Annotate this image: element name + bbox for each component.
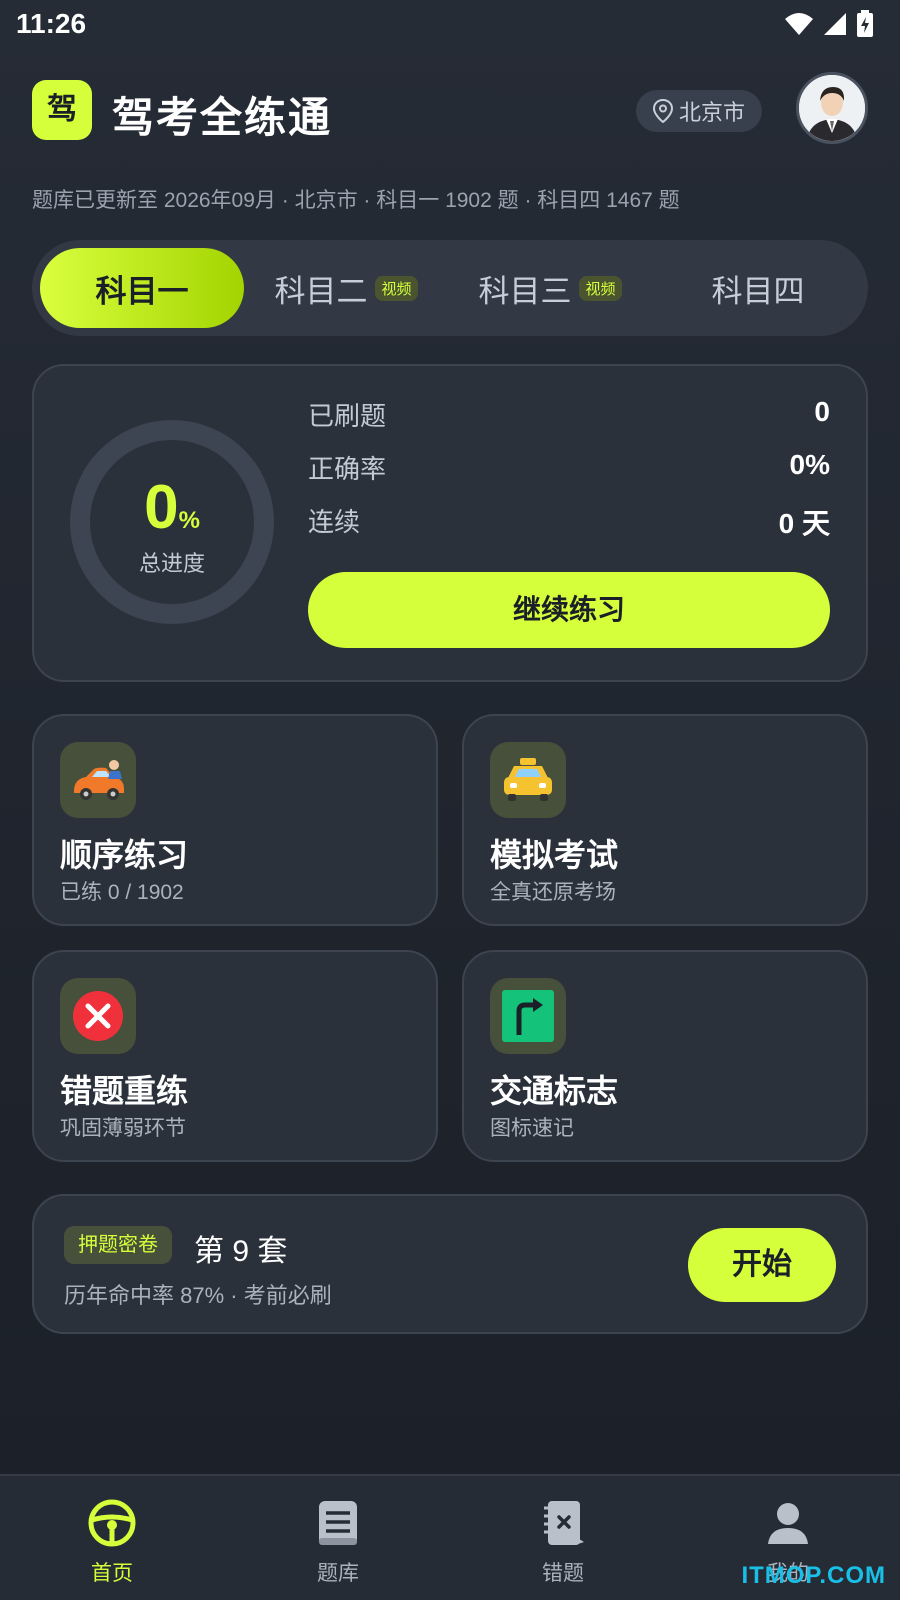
tab-label: 科目一 bbox=[95, 273, 189, 309]
sequential-practice-card[interactable]: 顺序练习 已练 0 / 1902 bbox=[32, 714, 438, 926]
question-bank-icon bbox=[319, 1501, 357, 1545]
start-button[interactable]: 开始 bbox=[688, 1228, 836, 1302]
feature-title: 错题重练 bbox=[60, 1073, 189, 1109]
tab-subject-4[interactable]: 科目四 bbox=[656, 248, 860, 328]
avatar-image bbox=[799, 75, 865, 141]
app-title: 驾考全练通 bbox=[112, 94, 333, 141]
tab-label: 科目四 bbox=[711, 273, 805, 309]
steering-wheel-icon bbox=[88, 1499, 136, 1547]
signal-icon bbox=[824, 13, 846, 35]
progress-label: 总进度 bbox=[138, 551, 205, 576]
feature-subtitle: 全真还原考场 bbox=[490, 881, 616, 904]
feature-title: 交通标志 bbox=[490, 1073, 619, 1109]
car-icon bbox=[60, 742, 136, 818]
question-bank-update-info: 题库已更新至 2026年09月 · 北京市 · 科目一 1902 题 · 科目四… bbox=[32, 189, 680, 212]
wrong-cross-icon bbox=[60, 978, 136, 1054]
feature-subtitle: 巩固薄弱环节 bbox=[60, 1117, 186, 1140]
stat-label: 正确率 bbox=[308, 454, 387, 484]
tab-subject-1[interactable]: 科目一 bbox=[40, 248, 244, 328]
app-header: 驾 驾考全练通 北京市 bbox=[32, 72, 868, 148]
tab-subject-2[interactable]: 科目二 视频 bbox=[244, 248, 448, 328]
nav-label: 首页 bbox=[91, 1562, 133, 1585]
wrong-questions-card[interactable]: 错题重练 巩固薄弱环节 bbox=[32, 950, 438, 1162]
promo-subtitle: 历年命中率 87% · 考前必刷 bbox=[64, 1283, 332, 1308]
nav-home[interactable]: 首页 bbox=[32, 1498, 192, 1594]
progress-percent: 0% bbox=[144, 473, 200, 542]
bottom-navigation: 首页 题库 错题 我的 ITMOP.COM bbox=[0, 1474, 900, 1600]
tab-label: 科目三 bbox=[478, 273, 572, 309]
traffic-signs-card[interactable]: 交通标志 图标速记 bbox=[462, 950, 868, 1162]
stat-accuracy: 正确率 0% bbox=[308, 449, 830, 489]
profile-icon bbox=[768, 1503, 808, 1544]
wifi-icon bbox=[785, 13, 813, 35]
city-label: 北京市 bbox=[678, 100, 745, 125]
stat-label: 已刷题 bbox=[308, 401, 387, 431]
mock-exam-card[interactable]: 模拟考试 全真还原考场 bbox=[462, 714, 868, 926]
nav-mistakes[interactable]: 错题 bbox=[483, 1498, 643, 1594]
mistake-book-icon bbox=[544, 1501, 584, 1545]
promo-title: 第 9 套 bbox=[194, 1235, 288, 1268]
user-avatar[interactable] bbox=[796, 72, 868, 144]
battery-icon bbox=[857, 10, 873, 37]
stat-label: 连续 bbox=[308, 507, 361, 537]
traffic-sign-icon bbox=[490, 978, 566, 1054]
video-badge: 视频 bbox=[579, 275, 622, 301]
taxi-icon bbox=[490, 742, 566, 818]
exam-paper-promo: 押题密卷 第 9 套 历年命中率 87% · 考前必刷 开始 bbox=[32, 1194, 868, 1334]
app-logo: 驾 bbox=[32, 80, 92, 140]
progress-card: 0% 总进度 已刷题 0 正确率 0% 连续 0 天 继续练习 bbox=[32, 364, 868, 682]
status-bar: 11:26 bbox=[0, 0, 900, 48]
status-icons bbox=[784, 10, 874, 38]
nav-question-bank[interactable]: 题库 bbox=[258, 1498, 418, 1594]
continue-practice-button[interactable]: 继续练习 bbox=[308, 572, 830, 648]
nav-label: 题库 bbox=[317, 1562, 359, 1585]
stat-streak: 连续 0 天 bbox=[308, 502, 830, 542]
video-badge: 视频 bbox=[375, 275, 418, 301]
stat-value: 0 bbox=[814, 396, 830, 427]
nav-label: 错题 bbox=[542, 1562, 584, 1585]
location-pin-icon bbox=[652, 99, 673, 123]
city-selector[interactable]: 北京市 bbox=[636, 90, 762, 132]
feature-title: 顺序练习 bbox=[60, 837, 189, 873]
stat-questions-done: 已刷题 0 bbox=[308, 396, 830, 436]
subject-tabs: 科目一 科目二 视频 科目三 视频 科目四 bbox=[32, 240, 868, 336]
feature-subtitle: 图标速记 bbox=[490, 1117, 574, 1140]
feature-title: 模拟考试 bbox=[490, 837, 619, 873]
tab-subject-3[interactable]: 科目三 视频 bbox=[448, 248, 652, 328]
status-time: 11:26 bbox=[16, 8, 87, 39]
stat-value: 0 天 bbox=[778, 508, 830, 539]
watermark: ITMOP.COM bbox=[741, 1562, 886, 1589]
stat-value: 0% bbox=[789, 449, 830, 480]
feature-subtitle: 已练 0 / 1902 bbox=[60, 881, 184, 904]
tab-label: 科目二 bbox=[274, 273, 368, 309]
promo-tag: 押题密卷 bbox=[64, 1226, 172, 1264]
